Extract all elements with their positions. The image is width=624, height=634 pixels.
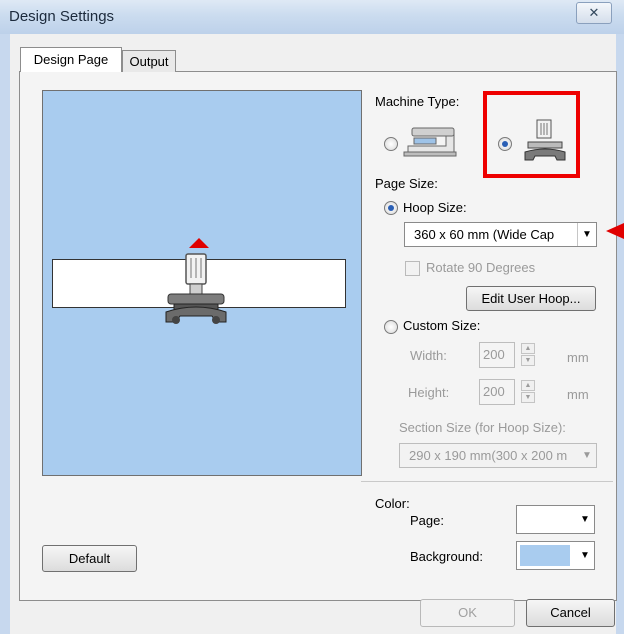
- page-color-dropdown[interactable]: ▼: [516, 505, 595, 534]
- height-up-icon[interactable]: ▲: [521, 380, 535, 391]
- machine-type-cap-radio[interactable]: [498, 137, 512, 151]
- background-color-dropdown[interactable]: ▼: [516, 541, 595, 570]
- width-value: 200: [483, 347, 505, 362]
- tab-output[interactable]: Output: [122, 50, 176, 72]
- height-value: 200: [483, 384, 505, 399]
- section-size-value: 290 x 190 mm(300 x 200 m: [409, 448, 568, 463]
- ok-button[interactable]: OK: [420, 599, 515, 627]
- divider: [361, 481, 613, 482]
- window-frame-left: [0, 34, 10, 634]
- annotation-arrow-icon: [606, 223, 624, 239]
- height-down-icon[interactable]: ▼: [521, 392, 535, 403]
- page-color-swatch: [520, 509, 570, 530]
- rotate-90-label: Rotate 90 Degrees: [426, 260, 536, 275]
- custom-size-radio[interactable]: [384, 320, 398, 334]
- height-input[interactable]: 200: [479, 379, 515, 405]
- color-label: Color:: [375, 496, 410, 511]
- chevron-down-icon: ▼: [582, 450, 592, 461]
- close-button[interactable]: ✕: [576, 2, 612, 24]
- width-up-icon[interactable]: ▲: [521, 343, 535, 354]
- section-size-dropdown[interactable]: 290 x 190 mm(300 x 200 m ▼: [399, 443, 597, 468]
- hoop-size-radio[interactable]: [384, 201, 398, 215]
- rotate-90-checkbox[interactable]: [405, 261, 420, 276]
- default-button[interactable]: Default: [42, 545, 137, 572]
- chevron-down-icon: ▼: [580, 550, 590, 561]
- embroidery-sewing-machine-icon[interactable]: [402, 124, 460, 158]
- chevron-down-icon: ▼: [577, 223, 596, 246]
- background-color-swatch: [520, 545, 570, 566]
- custom-size-label: Custom Size:: [403, 318, 481, 333]
- cap-embroidery-machine-icon[interactable]: [522, 118, 568, 164]
- window-frame-right: [616, 34, 624, 634]
- height-unit: mm: [567, 387, 589, 402]
- tab-design-page[interactable]: Design Page: [20, 47, 122, 72]
- width-label: Width:: [410, 348, 447, 363]
- machine-type-sewing-radio[interactable]: [384, 137, 398, 151]
- width-input[interactable]: 200: [479, 342, 515, 368]
- orientation-marker-icon: [189, 238, 209, 248]
- hoop-size-dropdown[interactable]: 360 x 60 mm (Wide Cap ▼: [404, 222, 597, 247]
- height-label: Height:: [408, 385, 450, 400]
- page-size-label: Page Size:: [375, 176, 438, 191]
- machine-type-label: Machine Type:: [375, 94, 460, 109]
- width-unit: mm: [567, 350, 589, 365]
- hoop-size-value: 360 x 60 mm (Wide Cap: [414, 227, 555, 242]
- cancel-button[interactable]: Cancel: [526, 599, 615, 627]
- background-color-label: Background:: [410, 549, 483, 564]
- chevron-down-icon: ▼: [580, 514, 590, 525]
- section-size-label: Section Size (for Hoop Size):: [399, 420, 566, 435]
- window-title: Design Settings: [9, 8, 115, 25]
- cap-machine-preview-icon: [165, 253, 227, 324]
- edit-user-hoop-button[interactable]: Edit User Hoop...: [466, 286, 596, 311]
- page-color-label: Page:: [410, 513, 444, 528]
- hoop-size-label: Hoop Size:: [403, 200, 467, 215]
- width-down-icon[interactable]: ▼: [521, 355, 535, 366]
